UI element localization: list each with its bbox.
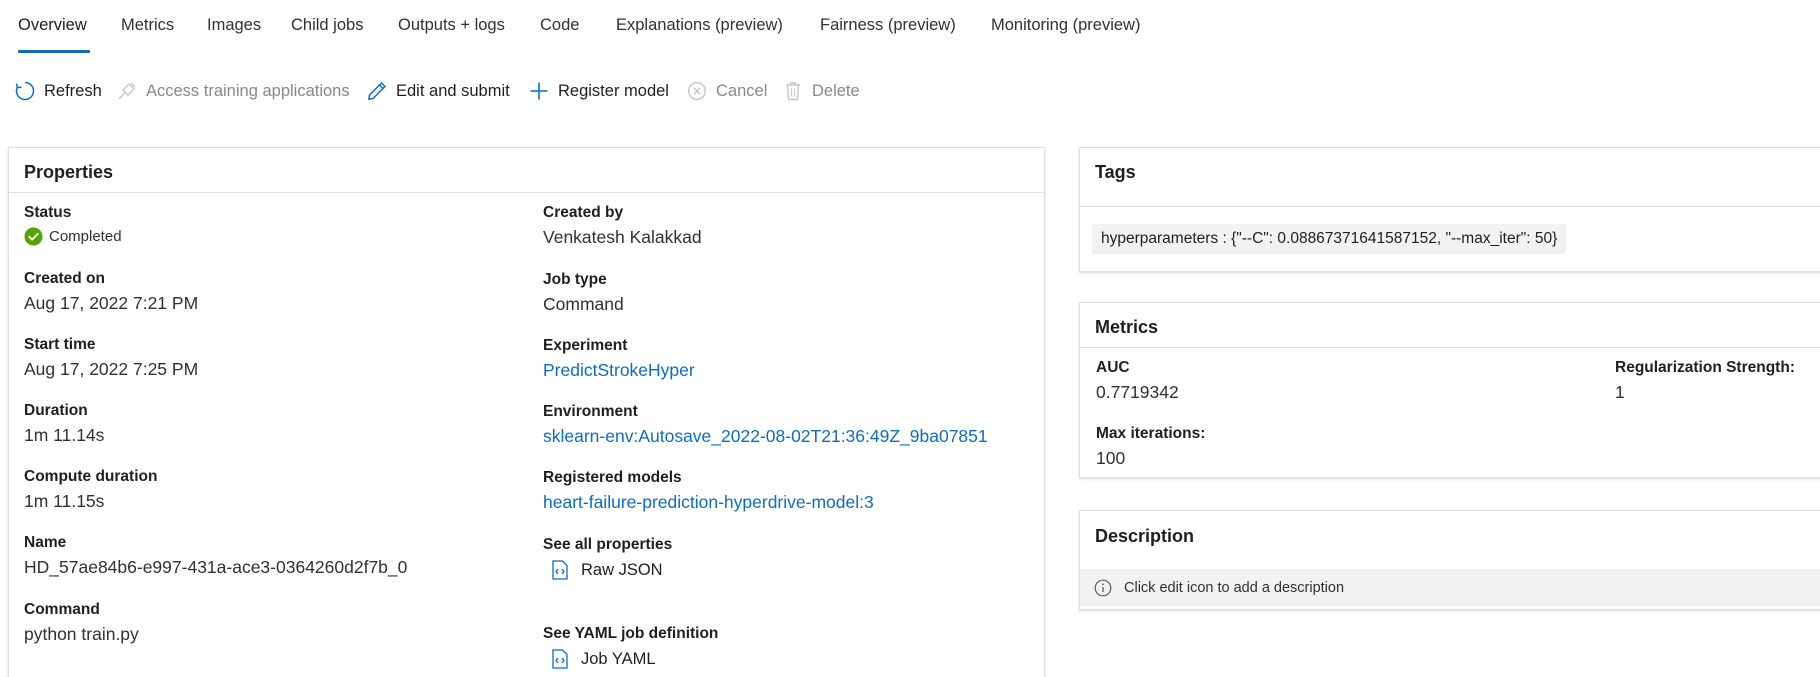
max-iterations-label: Max iterations: bbox=[1096, 425, 1206, 442]
registered-models-label: Registered models bbox=[543, 469, 682, 486]
command-label: Command bbox=[24, 601, 100, 618]
experiment-label: Experiment bbox=[543, 337, 628, 354]
environment-link[interactable]: sklearn-env:Autosave_2022-08-02T21:36:49… bbox=[543, 426, 988, 447]
tab-metrics[interactable]: Metrics bbox=[121, 16, 174, 35]
delete-label: Delete bbox=[812, 81, 860, 100]
properties-title: Properties bbox=[24, 162, 114, 182]
description-card: Description Click edit icon to add a des… bbox=[1079, 510, 1820, 610]
tab-child-jobs[interactable]: Child jobs bbox=[291, 16, 363, 35]
compute-duration-value: 1m 11.15s bbox=[24, 491, 105, 511]
auc-label: AUC bbox=[1096, 359, 1130, 376]
trash-icon bbox=[786, 82, 800, 101]
created-on-label: Created on bbox=[24, 270, 105, 287]
tab-bar: Overview Metrics Images Child jobs Outpu… bbox=[0, 0, 1820, 54]
register-model-label: Register model bbox=[558, 81, 669, 100]
register-model-button[interactable]: Register model bbox=[528, 80, 669, 102]
cancel-circle-icon bbox=[687, 81, 707, 101]
start-time-value: Aug 17, 2022 7:25 PM bbox=[24, 359, 199, 379]
raw-json-label: Raw JSON bbox=[581, 560, 663, 579]
info-icon bbox=[1094, 579, 1112, 596]
auc-value: 0.7719342 bbox=[1096, 382, 1179, 402]
see-all-properties-label: See all properties bbox=[543, 536, 673, 553]
access-training-label: Access training applications bbox=[146, 81, 350, 100]
created-by-label: Created by bbox=[543, 204, 624, 221]
registered-model-link[interactable]: heart-failure-prediction-hyperdrive-mode… bbox=[543, 492, 874, 513]
duration-label: Duration bbox=[24, 402, 88, 419]
duration-value: 1m 11.14s bbox=[24, 425, 105, 445]
status-value: Completed bbox=[49, 228, 122, 245]
created-by-value: Venkatesh Kalakkad bbox=[543, 227, 702, 247]
active-tab-indicator bbox=[18, 50, 90, 53]
metrics-title: Metrics bbox=[1095, 317, 1159, 337]
status-label: Status bbox=[24, 204, 72, 221]
properties-card: Properties Status Completed Created on A… bbox=[8, 147, 1045, 677]
raw-json-link[interactable]: Raw JSON bbox=[551, 560, 663, 580]
refresh-button[interactable]: Refresh bbox=[14, 80, 102, 102]
tags-card: Tags hyperparameters : {"--C": 0.0886737… bbox=[1079, 147, 1820, 272]
name-label: Name bbox=[24, 534, 67, 551]
tags-title: Tags bbox=[1095, 162, 1136, 182]
tags-header: Tags bbox=[1080, 148, 1820, 207]
refresh-icon bbox=[15, 81, 35, 101]
delete-button[interactable]: Delete bbox=[782, 80, 860, 102]
compute-duration-label: Compute duration bbox=[24, 468, 158, 485]
experiment-link[interactable]: PredictStrokeHyper bbox=[543, 360, 695, 381]
job-type-value: Command bbox=[543, 294, 624, 314]
job-yaml-link[interactable]: Job YAML bbox=[551, 649, 656, 669]
tab-fairness[interactable]: Fairness (preview) bbox=[820, 16, 956, 35]
tab-code[interactable]: Code bbox=[540, 16, 579, 35]
code-file-icon bbox=[552, 560, 568, 580]
description-placeholder[interactable]: Click edit icon to add a description bbox=[1080, 569, 1820, 606]
regularization-strength-label: Regularization Strength: bbox=[1615, 359, 1795, 376]
created-on-value: Aug 17, 2022 7:21 PM bbox=[24, 293, 199, 313]
status-badge: Completed bbox=[24, 227, 122, 246]
environment-label: Environment bbox=[543, 403, 638, 420]
command-bar: Refresh Access training applications Edi… bbox=[0, 72, 1820, 108]
max-iterations-value: 100 bbox=[1096, 448, 1126, 468]
description-header: Description bbox=[1080, 511, 1820, 569]
cancel-label: Cancel bbox=[716, 81, 768, 100]
name-value: HD_57ae84b6-e997-431a-ace3-0364260d2f7b_… bbox=[24, 557, 408, 577]
plus-icon bbox=[530, 82, 548, 100]
see-yaml-label: See YAML job definition bbox=[543, 625, 719, 642]
properties-header: Properties bbox=[9, 148, 1044, 193]
tab-images[interactable]: Images bbox=[207, 16, 261, 35]
metrics-card: Metrics AUC 0.7719342 Regularization Str… bbox=[1079, 302, 1820, 478]
start-time-label: Start time bbox=[24, 336, 96, 353]
tab-explanations[interactable]: Explanations (preview) bbox=[616, 16, 783, 35]
edit-and-submit-label: Edit and submit bbox=[396, 81, 510, 100]
check-circle-icon bbox=[24, 227, 43, 246]
tab-monitoring[interactable]: Monitoring (preview) bbox=[991, 16, 1140, 35]
tab-overview[interactable]: Overview bbox=[18, 16, 87, 35]
job-yaml-label: Job YAML bbox=[581, 649, 656, 668]
edit-and-submit-button[interactable]: Edit and submit bbox=[366, 80, 510, 102]
plug-icon bbox=[118, 82, 136, 100]
metrics-header: Metrics bbox=[1080, 303, 1820, 348]
tag-chip: hyperparameters : {"--C": 0.088673716415… bbox=[1092, 224, 1567, 254]
command-value: python train.py bbox=[24, 624, 139, 644]
access-training-applications-button[interactable]: Access training applications bbox=[116, 80, 350, 102]
description-placeholder-text: Click edit icon to add a description bbox=[1124, 579, 1345, 596]
job-type-label: Job type bbox=[543, 271, 607, 288]
code-file-icon bbox=[552, 649, 568, 669]
cancel-button[interactable]: Cancel bbox=[686, 80, 767, 102]
regularization-strength-value: 1 bbox=[1615, 382, 1625, 402]
refresh-label: Refresh bbox=[44, 81, 102, 100]
description-title: Description bbox=[1095, 526, 1195, 546]
tab-outputs-logs[interactable]: Outputs + logs bbox=[398, 16, 505, 35]
pencil-icon bbox=[368, 82, 386, 100]
